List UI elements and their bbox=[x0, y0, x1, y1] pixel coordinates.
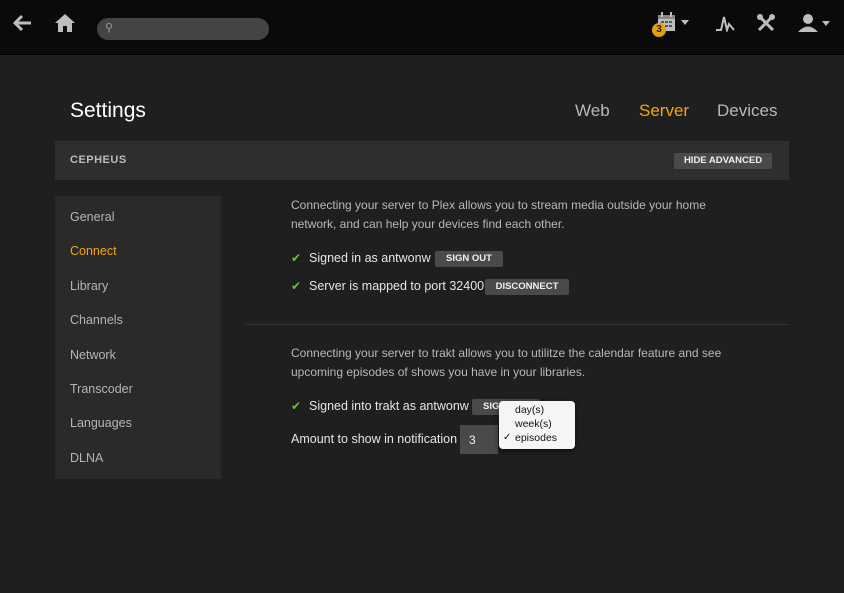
search-icon: ⚲ bbox=[105, 22, 114, 34]
dropdown-option-weeks[interactable]: week(s) bbox=[515, 418, 552, 430]
hide-advanced-button[interactable]: HIDE ADVANCED bbox=[674, 153, 772, 169]
sidebar-item-library[interactable]: Library bbox=[70, 279, 108, 293]
check-icon: ✔ bbox=[291, 251, 302, 265]
amount-input[interactable] bbox=[460, 425, 498, 454]
trakt-description: Connecting your server to trakt allows y… bbox=[291, 346, 722, 379]
page-title: Settings bbox=[70, 99, 146, 122]
disconnect-button[interactable]: DISCONNECT bbox=[485, 279, 569, 295]
search-input[interactable] bbox=[119, 21, 263, 39]
top-bar: ⚲ 3 bbox=[0, 0, 844, 55]
plex-description: Connecting your server to Plex allows yo… bbox=[291, 198, 706, 231]
sidebar-item-network[interactable]: Network bbox=[70, 348, 116, 362]
port-mapped-text: Server is mapped to port 32400 bbox=[309, 279, 485, 293]
sidebar-item-transcoder[interactable]: Transcoder bbox=[70, 382, 133, 396]
trakt-signed-in-text: Signed into trakt as antwonw bbox=[309, 399, 469, 413]
plex-signed-in-text: Signed in as antwonw bbox=[309, 251, 431, 265]
tab-web[interactable]: Web bbox=[575, 101, 610, 121]
calendar-badge: 3 bbox=[652, 23, 666, 37]
activity-icon[interactable] bbox=[712, 10, 738, 36]
unit-dropdown-menu: day(s) week(s) ✓ episodes bbox=[499, 401, 575, 449]
dropdown-option-episodes-label: episodes bbox=[515, 432, 558, 444]
home-icon[interactable] bbox=[52, 10, 78, 36]
settings-sidebar: General Connect Library Channels Network… bbox=[55, 196, 221, 479]
dropdown-option-episodes[interactable]: ✓ episodes bbox=[503, 432, 558, 444]
tab-devices[interactable]: Devices bbox=[717, 101, 777, 121]
sidebar-item-languages[interactable]: Languages bbox=[70, 416, 132, 430]
server-name: CEPHEUS bbox=[70, 154, 127, 166]
search-box[interactable]: ⚲ bbox=[97, 18, 269, 40]
sidebar-item-channels[interactable]: Channels bbox=[70, 313, 123, 327]
dropdown-option-days[interactable]: day(s) bbox=[515, 404, 544, 416]
amount-label: Amount to show in notification bbox=[291, 432, 458, 446]
tools-icon[interactable] bbox=[753, 10, 779, 36]
back-arrow-icon[interactable] bbox=[10, 10, 36, 36]
server-bar: CEPHEUS HIDE ADVANCED bbox=[55, 141, 789, 180]
check-icon: ✔ bbox=[291, 279, 302, 293]
plex-sign-out-button[interactable]: SIGN OUT bbox=[435, 251, 503, 267]
sidebar-item-dlna[interactable]: DLNA bbox=[70, 451, 103, 465]
sidebar-item-general[interactable]: General bbox=[70, 210, 114, 224]
tab-server[interactable]: Server bbox=[639, 101, 689, 121]
checkmark-icon: ✓ bbox=[503, 432, 512, 443]
sidebar-item-connect[interactable]: Connect bbox=[70, 244, 117, 258]
user-icon[interactable] bbox=[797, 10, 833, 36]
section-divider bbox=[245, 324, 789, 325]
check-icon: ✔ bbox=[291, 399, 302, 413]
